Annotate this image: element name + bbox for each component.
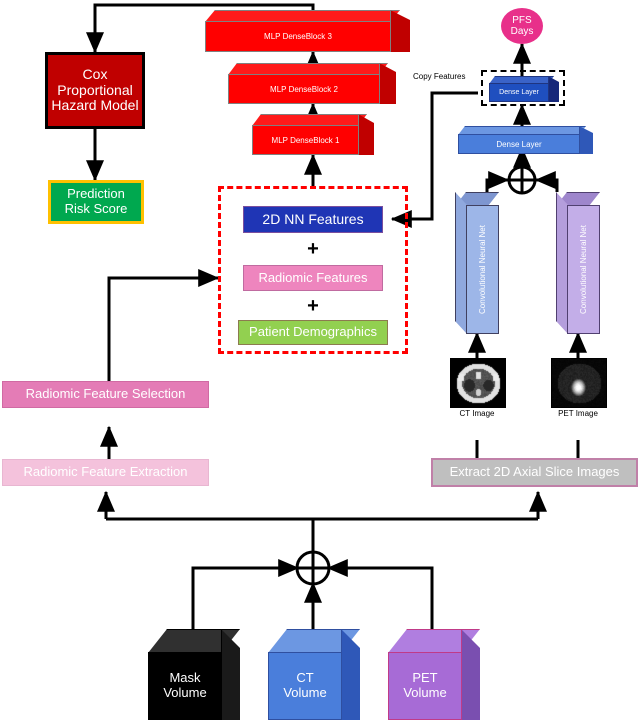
- pet-volume-front-face: PET Volume: [388, 652, 462, 720]
- ct-volume-front-face: CT Volume: [268, 652, 342, 720]
- ct-image-thumbnail: [450, 358, 506, 408]
- plus-sign-1: +: [303, 237, 323, 260]
- mask-volume-node[interactable]: Mask Volume: [148, 629, 240, 720]
- pet-volume-label: PET Volume: [403, 670, 447, 700]
- radiomic-features-label: Radiomic Features: [258, 269, 368, 285]
- 2d-nn-features-node[interactable]: 2D NN Features: [243, 206, 383, 233]
- pet-volume-side-face: [461, 629, 480, 720]
- ct-cnn-node[interactable]: Convolutional Neural Net: [455, 192, 508, 334]
- dense-layer-bottom-label: Dense Layer: [496, 139, 542, 149]
- ct-volume-label: CT Volume: [283, 670, 327, 700]
- mask-volume-front-face: Mask Volume: [148, 652, 222, 720]
- rfe-label: Radiomic Feature Extraction: [23, 464, 188, 480]
- ct-volume-node[interactable]: CT Volume: [268, 629, 360, 720]
- pfs-days-node[interactable]: PFS Days: [501, 8, 543, 44]
- mask-volume-side-face: [221, 629, 240, 720]
- pet-cnn-label: Convolutional Neural Net: [579, 225, 588, 314]
- rfs-label: Radiomic Feature Selection: [25, 386, 186, 402]
- nn-features-label: 2D NN Features: [262, 210, 364, 227]
- ct-cnn-front-face: Convolutional Neural Net: [466, 205, 499, 334]
- pet-cnn-node[interactable]: Convolutional Neural Net: [556, 192, 609, 334]
- denseblock2-front-face: MLP DenseBlock 2: [228, 74, 380, 104]
- denseblock3-front-face: MLP DenseBlock 3: [205, 21, 391, 52]
- denseblock3-label: MLP DenseBlock 3: [264, 32, 332, 41]
- pet-image-thumbnail: [551, 358, 607, 408]
- diagram-canvas: Cox Proportional Hazard Model Prediction…: [0, 0, 640, 720]
- ct-cnn-label: Convolutional Neural Net: [478, 225, 487, 314]
- denseblock2-label: MLP DenseBlock 2: [270, 84, 338, 94]
- pet-volume-node[interactable]: PET Volume: [388, 629, 480, 720]
- dense-top-front-face: Dense Layer: [489, 83, 549, 102]
- plus-1-label: +: [307, 237, 319, 260]
- denseblock1-label: MLP DenseBlock 1: [271, 135, 340, 145]
- cox-label: Cox Proportional Hazard Model: [51, 65, 139, 114]
- ct-volume-side-face: [341, 629, 360, 720]
- dense-layer-bottom-node[interactable]: Dense Layer: [458, 126, 593, 154]
- mlp-denseblock-3-node[interactable]: MLP DenseBlock 3: [205, 10, 410, 52]
- ct-image-caption: CT Image: [459, 409, 495, 418]
- mask-volume-label: Mask Volume: [163, 670, 207, 700]
- radiomic-feature-extraction-node[interactable]: Radiomic Feature Extraction: [2, 459, 209, 486]
- plus-2-label: +: [307, 294, 319, 317]
- cox-proportional-hazard-model-node[interactable]: Cox Proportional Hazard Model: [45, 52, 145, 129]
- extract-slices-node[interactable]: Extract 2D Axial Slice Images: [431, 458, 638, 487]
- denseblock1-side-face: [358, 114, 374, 155]
- denseblock1-front-face: MLP DenseBlock 1: [252, 125, 359, 155]
- pet-image-caption: PET Image: [558, 409, 598, 418]
- patient-demographics-label: Patient Demographics: [249, 324, 377, 340]
- pet-cnn-front-face: Convolutional Neural Net: [567, 205, 600, 334]
- extract-slices-label: Extract 2D Axial Slice Images: [449, 464, 620, 480]
- pfs-days-label: PFS Days: [510, 14, 534, 37]
- plus-sign-2: +: [303, 294, 323, 317]
- copy-features-label: Copy Features: [413, 72, 466, 81]
- prediction-label: Prediction Risk Score: [64, 186, 128, 216]
- dense-layer-top-node[interactable]: Dense Layer: [489, 76, 559, 102]
- patient-demographics-node[interactable]: Patient Demographics: [238, 320, 388, 345]
- radiomic-feature-selection-node[interactable]: Radiomic Feature Selection: [2, 381, 209, 408]
- dense-bottom-front-face: Dense Layer: [458, 134, 580, 154]
- denseblock3-side-face: [390, 10, 410, 52]
- mlp-denseblock-2-node[interactable]: MLP DenseBlock 2: [228, 63, 396, 104]
- dense-layer-top-label: Dense Layer: [499, 89, 539, 96]
- mlp-denseblock-1-node[interactable]: MLP DenseBlock 1: [252, 114, 374, 155]
- prediction-risk-score-node[interactable]: Prediction Risk Score: [48, 180, 144, 224]
- radiomic-features-node[interactable]: Radiomic Features: [243, 265, 383, 291]
- denseblock2-side-face: [379, 63, 396, 104]
- dense-bottom-side-face: [579, 126, 593, 154]
